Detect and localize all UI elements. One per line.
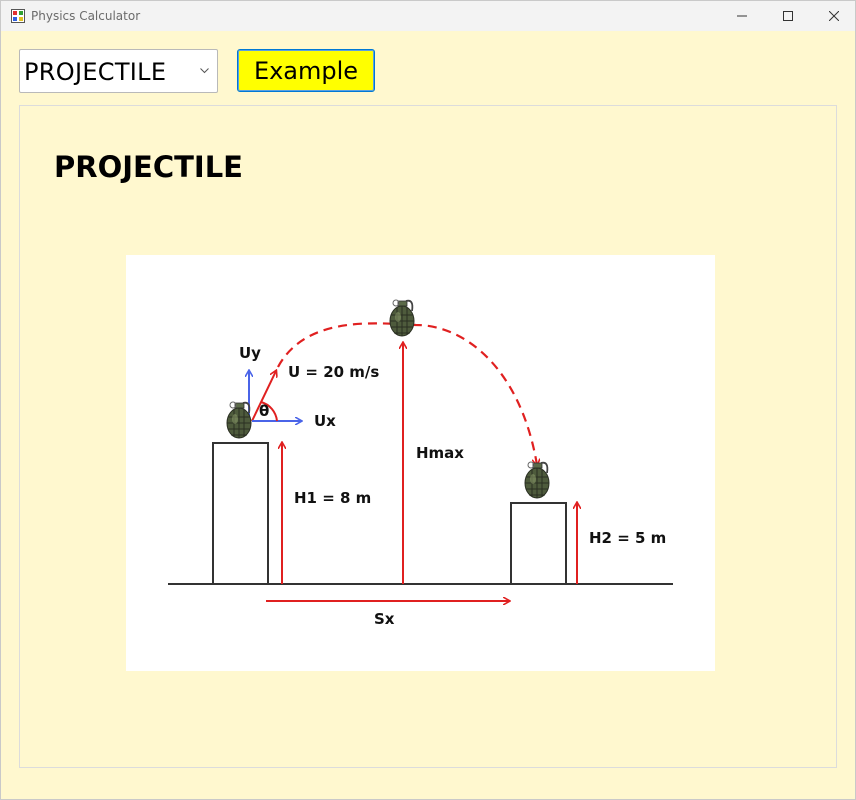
h2-label: H2 = 5 m <box>589 529 666 547</box>
sx-label: Sx <box>374 610 395 628</box>
panel-heading: PROJECTILE <box>54 150 243 184</box>
ux-label: Ux <box>314 412 336 430</box>
maximize-icon <box>783 11 793 21</box>
launch-platform <box>212 442 269 585</box>
close-button[interactable] <box>811 1 856 31</box>
hmax-label: Hmax <box>416 444 464 462</box>
theta-label: θ <box>259 402 269 420</box>
close-icon <box>829 11 839 21</box>
content-panel: PROJECTILE Uy U = 20 m/s θ Ux Hmax H1 = … <box>19 105 837 768</box>
grenade-end-icon <box>524 461 550 499</box>
topic-select-value: PROJECTILE <box>24 58 167 86</box>
title-bar[interactable]: Physics Calculator <box>1 1 855 31</box>
uy-label: Uy <box>239 344 261 362</box>
app-icon <box>11 9 25 23</box>
window-title: Physics Calculator <box>31 9 141 23</box>
h1-label: H1 = 8 m <box>294 489 371 507</box>
velocity-label: U = 20 m/s <box>288 363 379 381</box>
chevron-down-icon <box>200 68 209 74</box>
topic-select[interactable]: PROJECTILE <box>19 49 218 93</box>
grenade-peak-icon <box>389 299 415 337</box>
example-button[interactable]: Example <box>237 49 375 92</box>
trajectory-path <box>277 322 537 465</box>
projectile-diagram: Uy U = 20 m/s θ Ux Hmax H1 = 8 m H2 = 5 … <box>126 255 715 671</box>
maximize-button[interactable] <box>765 1 811 31</box>
minimize-button[interactable] <box>719 1 765 31</box>
grenade-start-icon <box>226 401 252 439</box>
app-window: Physics Calculator PROJECTILE Example PR… <box>0 0 856 800</box>
landing-platform <box>510 502 567 585</box>
minimize-icon <box>737 15 747 17</box>
